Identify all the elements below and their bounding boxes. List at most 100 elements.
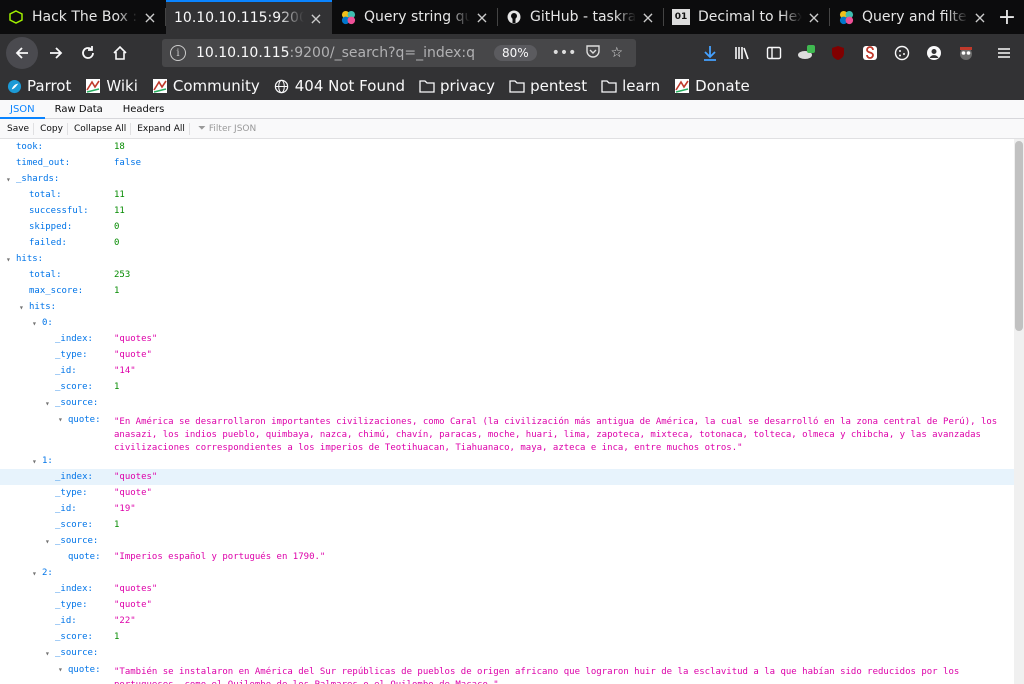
expand-all-button[interactable]: Expand All [133,122,190,135]
close-icon[interactable]: × [142,8,158,27]
tab-decimal-to-hex[interactable]: 01 Decimal to Hexad × [664,0,830,34]
json-row[interactable]: _score: 1 [0,629,1024,645]
json-row[interactable]: _type: "quote" [0,485,1024,501]
tab-query-and-filter[interactable]: Query and filter × [830,0,996,34]
json-row[interactable]: _type: "quote" [0,347,1024,363]
json-row[interactable]: successful: 11 [0,203,1024,219]
copy-button[interactable]: Copy [36,122,68,135]
close-icon[interactable]: × [308,9,324,28]
json-row[interactable]: _score: 1 [0,379,1024,395]
json-row[interactable]: total: 253 [0,267,1024,283]
menu-icon[interactable] [988,37,1020,69]
json-row[interactable]: skipped: 0 [0,219,1024,235]
expand-toggle-icon[interactable]: ▾ [19,303,24,312]
expand-toggle-icon[interactable]: ▾ [45,649,50,658]
close-icon[interactable]: × [474,8,490,27]
bookmark-404-not-found[interactable]: 404 Not Found [274,77,405,95]
new-tab-button[interactable]: + [990,0,1024,34]
json-row[interactable]: ▾ _source: [0,533,1024,549]
json-row[interactable]: ▾ quote: "En América se desarrollaron impo… [0,411,1024,453]
json-row[interactable]: ▾ 0: [0,315,1024,331]
json-row[interactable]: ▾ _shards: [0,171,1024,187]
json-row[interactable]: ▾ 2: [0,565,1024,581]
json-row[interactable]: _index: "quotes" [0,469,1024,485]
expand-toggle-icon[interactable]: ▾ [6,175,11,184]
forward-button[interactable] [40,37,72,69]
expand-toggle-icon[interactable]: ▾ [45,399,50,408]
json-row[interactable]: _id: "22" [0,613,1024,629]
tab-json[interactable]: JSON [0,100,45,119]
json-tree: took: 18 timed_out: false ▾ _shards: total:… [0,139,1024,684]
vertical-scrollbar[interactable] [1014,139,1024,684]
bookmark-folder-privacy[interactable]: privacy [419,77,495,95]
json-row[interactable]: _index: "quotes" [0,581,1024,597]
bookmark-donate[interactable]: Donate [674,77,750,95]
account-icon[interactable] [918,37,950,69]
info-icon[interactable]: i [170,45,186,61]
collapse-all-button[interactable]: Collapse All [70,122,132,135]
cookie-icon[interactable] [886,37,918,69]
globe-icon [274,78,290,94]
json-row[interactable]: ▾ _source: [0,395,1024,411]
json-row[interactable]: ▾ quote: "También se instalaron en América… [0,661,1024,684]
sidebar-icon[interactable] [758,37,790,69]
tab-github[interactable]: GitHub - taskrab × [498,0,664,34]
json-row[interactable]: ▾ hits: [0,251,1024,267]
bookmark-community[interactable]: Community [152,77,260,95]
home-button[interactable] [104,37,136,69]
json-row[interactable]: _id: "19" [0,501,1024,517]
pocket-icon[interactable] [586,44,601,62]
zoom-level-button[interactable]: 80% [493,45,537,61]
close-icon[interactable]: × [806,8,822,27]
url-bar[interactable]: i 10.10.10.115:9200/_search?q=_index:q 8… [162,39,636,67]
expand-toggle-icon[interactable]: ▾ [32,569,37,578]
tab-query-string[interactable]: Query string quer × [332,0,498,34]
bookmark-star-icon[interactable]: ☆ [610,45,623,61]
extension-hacker-icon[interactable] [950,37,982,69]
json-row[interactable]: _type: "quote" [0,597,1024,613]
bookmark-parrot[interactable]: Parrot [6,77,71,95]
tab-headers[interactable]: Headers [113,100,175,118]
save-button[interactable]: Save [3,122,35,135]
bookmark-wiki[interactable]: Wiki [85,77,138,95]
json-row[interactable]: ▾ 1: [0,453,1024,469]
json-row[interactable]: _index: "quotes" [0,331,1024,347]
json-row[interactable]: _id: "14" [0,363,1024,379]
tab-elasticsearch-search[interactable]: 10.10.10.115:9200/ × [166,0,332,34]
scrollbar-thumb[interactable] [1015,141,1023,331]
json-row[interactable]: max_score: 1 [0,283,1024,299]
extension-s-icon[interactable] [854,37,886,69]
tab-raw-data[interactable]: Raw Data [45,100,113,118]
parrot-logo-icon [674,78,690,94]
json-row[interactable]: total: 11 [0,187,1024,203]
back-button[interactable] [6,37,38,69]
library-icon[interactable] [726,37,758,69]
downloads-icon[interactable] [694,37,726,69]
extension-badge-icon[interactable] [790,37,822,69]
page-actions-icon[interactable]: ••• [552,45,577,61]
elastic-icon [340,9,356,25]
expand-toggle-icon[interactable]: ▾ [32,457,37,466]
ublock-icon[interactable] [822,37,854,69]
json-row[interactable]: ▾ _source: [0,645,1024,661]
expand-toggle-icon[interactable]: ▾ [45,537,50,546]
json-row[interactable]: took: 18 [0,139,1024,155]
close-icon[interactable]: × [972,8,988,27]
json-row[interactable]: timed_out: false [0,155,1024,171]
tab-hack-the-box[interactable]: Hack The Box :: × [0,0,166,34]
navigation-toolbar: i 10.10.10.115:9200/_search?q=_index:q 8… [0,34,1024,72]
json-row[interactable]: quote: "Imperios español y portugués en 1… [0,549,1024,565]
expand-toggle-icon[interactable]: ▾ [58,665,63,674]
reload-button[interactable] [72,37,104,69]
expand-toggle-icon[interactable]: ▾ [58,415,63,424]
expand-toggle-icon[interactable]: ▾ [6,255,11,264]
bookmark-folder-pentest[interactable]: pentest [509,77,587,95]
filter-json-input[interactable]: ⏷ Filter JSON [198,123,256,134]
url-text[interactable]: 10.10.10.115:9200/_search?q=_index:q [196,45,484,61]
expand-toggle-icon[interactable]: ▾ [32,319,37,328]
json-row[interactable]: failed: 0 [0,235,1024,251]
json-row[interactable]: _score: 1 [0,517,1024,533]
bookmark-folder-learn[interactable]: learn [601,77,660,95]
close-icon[interactable]: × [640,8,656,27]
json-row[interactable]: ▾ hits: [0,299,1024,315]
